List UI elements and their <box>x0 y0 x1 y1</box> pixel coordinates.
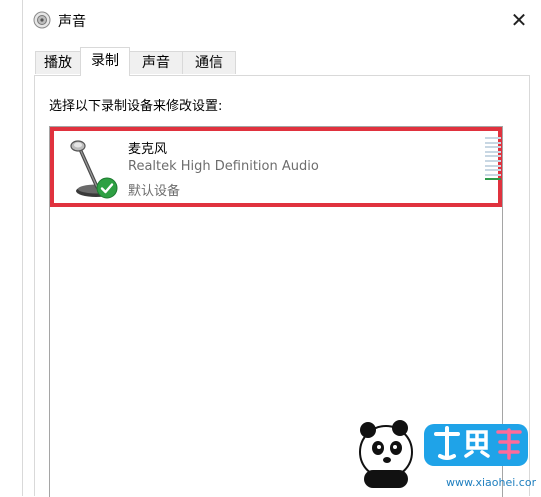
level-meter-segment <box>485 169 501 172</box>
level-meter-segment <box>485 178 501 181</box>
device-status: 默认设备 <box>128 184 181 199</box>
close-icon: ✕ <box>510 8 528 32</box>
level-meter <box>485 137 501 183</box>
title-bar[interactable]: 声音 ✕ <box>23 0 541 40</box>
device-name: 麦克风 <box>128 142 168 157</box>
xiaohei-watermark: www.xiaohei.com <box>359 420 536 489</box>
tab-playback[interactable]: 播放 <box>35 51 81 74</box>
checkmark-icon <box>96 177 118 199</box>
level-meter-segment <box>485 173 501 176</box>
tab-recording[interactable]: 录制 <box>80 47 130 76</box>
tab-sounds[interactable]: 声音 <box>129 51 183 74</box>
level-meter-segment <box>485 164 501 167</box>
level-meter-segment <box>485 146 501 149</box>
watermark-url: www.xiaohei.com <box>446 476 536 489</box>
tab-communications[interactable]: 通信 <box>182 51 236 74</box>
level-meter-segment <box>485 137 501 139</box>
instruction-text: 选择以下录制设备来修改设置: <box>49 99 223 114</box>
device-driver: Realtek High Definition Audio <box>128 159 319 174</box>
level-meter-segment <box>485 150 501 153</box>
level-meter-segment <box>485 141 501 144</box>
device-item-microphone[interactable]: 麦克风 Realtek High Definition Audio 默认设备 <box>50 127 502 207</box>
level-meter-segment <box>485 155 501 158</box>
close-button[interactable]: ✕ <box>496 0 541 40</box>
sound-dialog: 声音 ✕ 播放 录制 声音 通信 选择以下录制设备来修改设置: 麦克风 Real… <box>22 0 541 497</box>
speaker-icon <box>33 11 51 29</box>
window-title: 声音 <box>58 14 86 30</box>
level-meter-segment <box>485 160 501 162</box>
